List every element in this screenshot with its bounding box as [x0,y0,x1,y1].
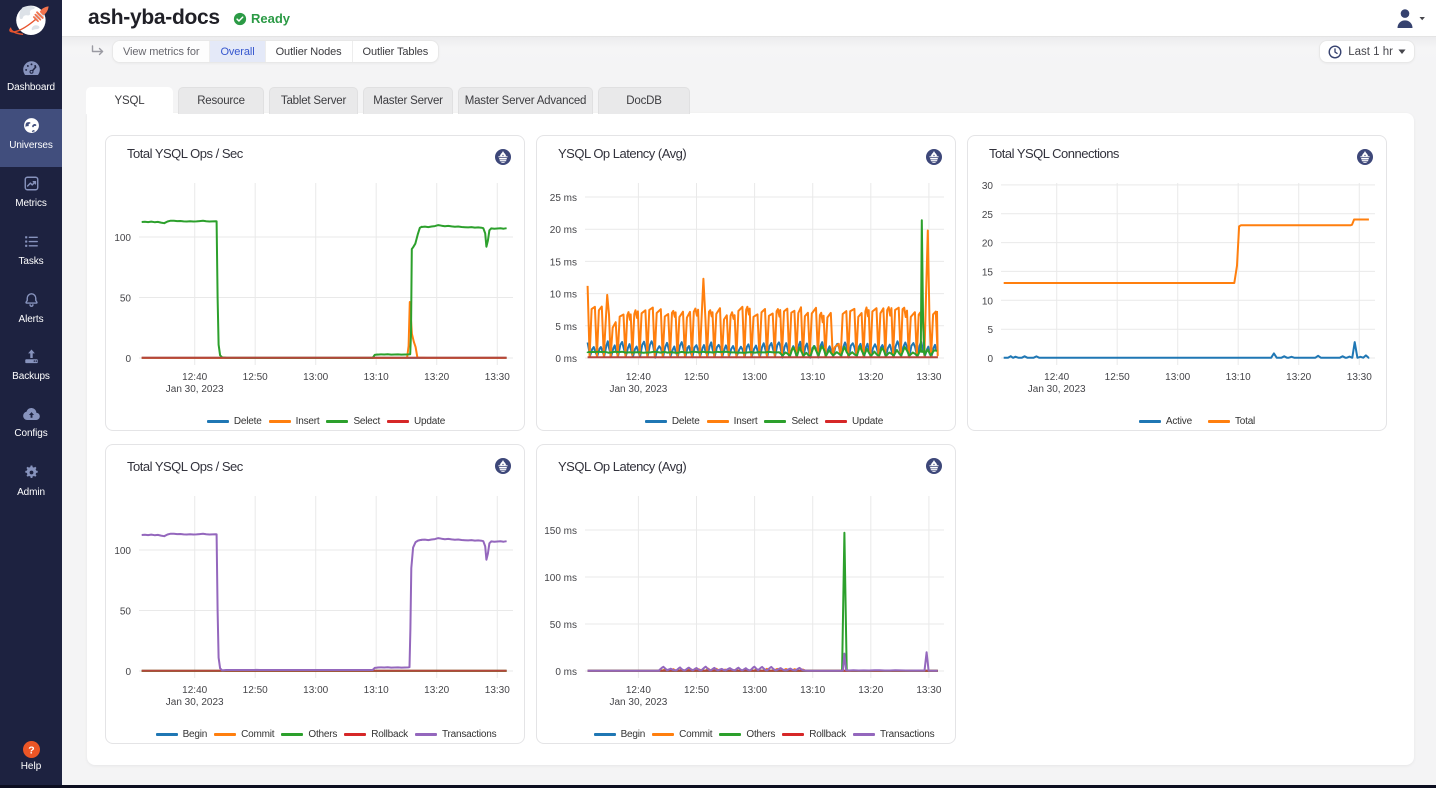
svg-text:12:50: 12:50 [1105,372,1130,383]
svg-text:13:10: 13:10 [364,685,389,696]
svg-text:50 ms: 50 ms [550,620,577,631]
svg-text:30: 30 [982,181,994,192]
svg-text:13:30: 13:30 [916,685,941,696]
svg-text:20 ms: 20 ms [550,225,577,236]
svg-text:100 ms: 100 ms [544,573,577,584]
svg-text:0: 0 [987,354,993,365]
svg-text:?: ? [28,745,34,756]
svg-text:20: 20 [982,239,994,250]
svg-text:13:00: 13:00 [1165,372,1190,383]
svg-text:0 ms: 0 ms [555,667,577,678]
svg-text:10 ms: 10 ms [550,290,577,301]
svg-text:0: 0 [125,354,131,365]
svg-text:Jan 30, 2023: Jan 30, 2023 [1028,384,1086,395]
svg-text:5 ms: 5 ms [555,322,577,333]
svg-text:12:40: 12:40 [182,372,207,383]
svg-text:150 ms: 150 ms [544,526,577,537]
svg-text:13:10: 13:10 [800,685,825,696]
svg-text:13:20: 13:20 [858,372,883,383]
svg-text:13:20: 13:20 [858,685,883,696]
svg-text:13:00: 13:00 [742,685,767,696]
svg-text:12:50: 12:50 [243,685,268,696]
svg-text:12:40: 12:40 [626,685,651,696]
svg-text:12:40: 12:40 [1044,372,1069,383]
svg-text:13:10: 13:10 [1226,372,1251,383]
svg-text:13:00: 13:00 [303,685,328,696]
svg-text:5: 5 [987,325,993,336]
svg-text:50: 50 [120,607,132,618]
svg-text:25: 25 [982,210,994,221]
svg-text:13:30: 13:30 [485,685,510,696]
svg-text:Jan 30, 2023: Jan 30, 2023 [166,384,224,395]
svg-text:13:20: 13:20 [1286,372,1311,383]
svg-text:12:40: 12:40 [626,372,651,383]
svg-text:12:50: 12:50 [684,372,709,383]
svg-text:25 ms: 25 ms [550,193,577,204]
svg-text:12:50: 12:50 [684,685,709,696]
svg-text:13:10: 13:10 [800,372,825,383]
svg-text:15 ms: 15 ms [550,257,577,268]
svg-text:10: 10 [982,296,994,307]
svg-text:13:20: 13:20 [424,372,449,383]
svg-text:100: 100 [114,233,131,244]
svg-text:12:50: 12:50 [243,372,268,383]
svg-text:13:30: 13:30 [485,372,510,383]
svg-text:0 ms: 0 ms [555,354,577,365]
svg-text:Jan 30, 2023: Jan 30, 2023 [609,384,667,395]
svg-text:0: 0 [125,667,131,678]
svg-text:13:10: 13:10 [364,372,389,383]
svg-text:50: 50 [120,294,132,305]
svg-text:Jan 30, 2023: Jan 30, 2023 [166,697,224,708]
svg-text:12:40: 12:40 [182,685,207,696]
svg-text:13:20: 13:20 [424,685,449,696]
svg-text:13:30: 13:30 [1347,372,1372,383]
svg-text:Jan 30, 2023: Jan 30, 2023 [609,697,667,708]
svg-text:15: 15 [982,267,994,278]
svg-text:13:00: 13:00 [742,372,767,383]
svg-text:13:00: 13:00 [303,372,328,383]
svg-text:13:30: 13:30 [916,372,941,383]
svg-text:100: 100 [114,546,131,557]
